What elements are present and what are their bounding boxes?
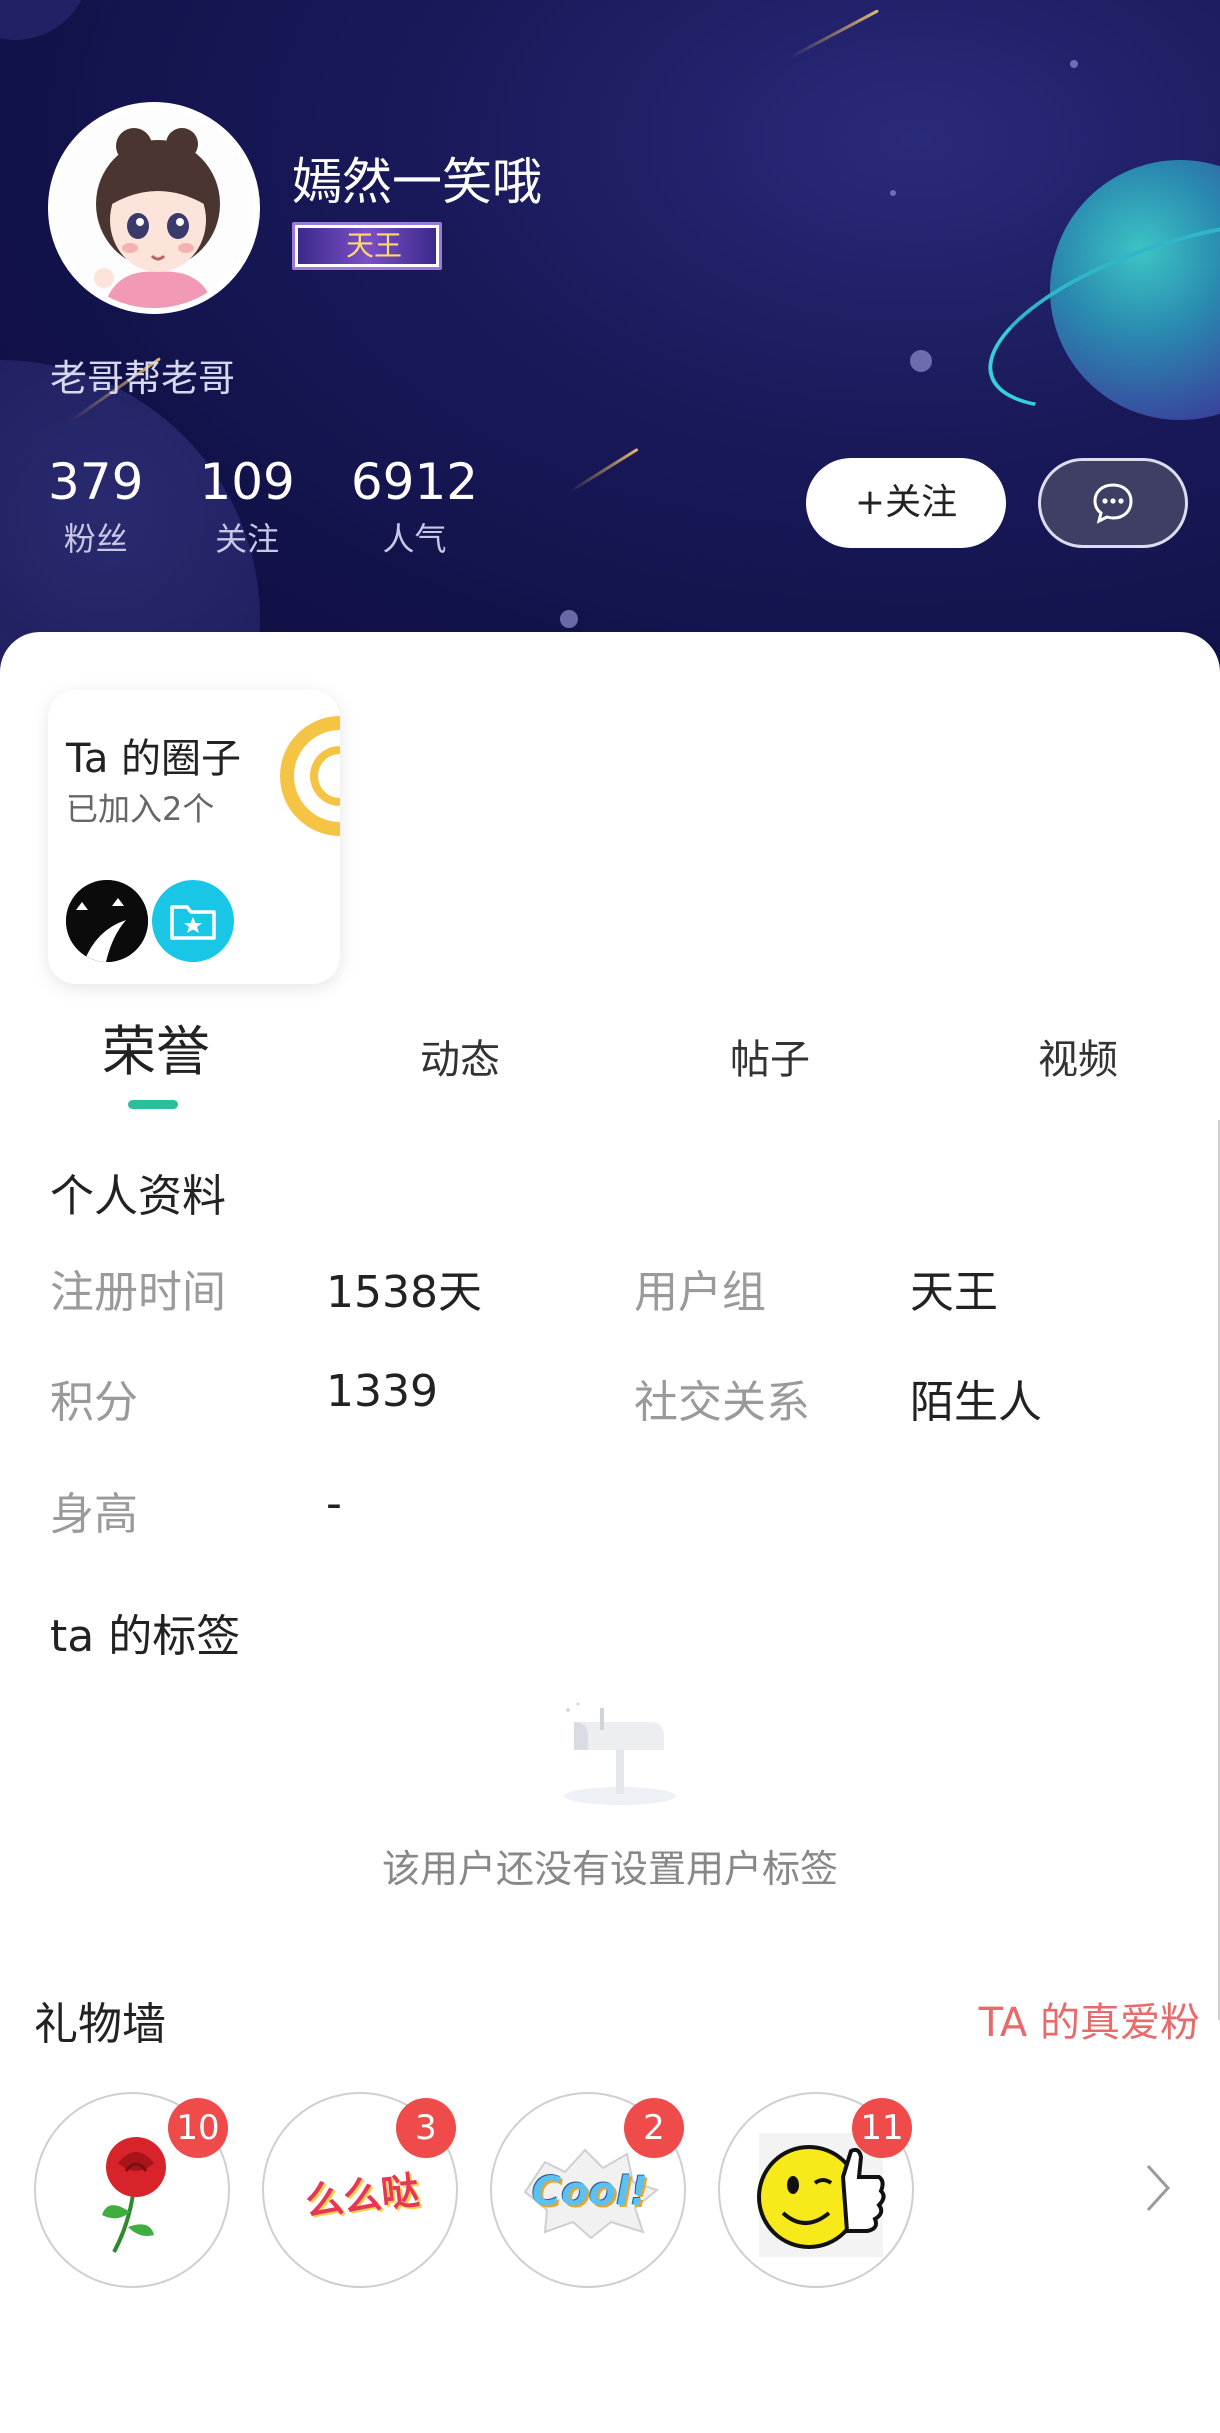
gift-item[interactable]: Cool! 2 bbox=[490, 2092, 686, 2288]
mailbox-icon bbox=[560, 1700, 680, 1810]
gift-wall-title: 礼物墙 bbox=[34, 1999, 166, 2050]
register-time-value: 1538天 bbox=[326, 1267, 482, 1318]
active-tab-indicator bbox=[128, 1100, 178, 1109]
stat-fans-count: 379 bbox=[48, 453, 144, 511]
planet-decoration bbox=[0, 0, 90, 40]
points-label: 积分 bbox=[50, 1377, 138, 1428]
circles-card-title: Ta 的圈子 bbox=[66, 736, 242, 782]
username: 嫣然一笑哦 bbox=[292, 153, 542, 211]
stat-popularity-label: 人气 bbox=[382, 520, 447, 558]
chevron-right-icon[interactable] bbox=[1140, 2160, 1176, 2220]
profile-tabs: 荣誉 动态 帖子 视频 bbox=[0, 1012, 1220, 1122]
circle-avatar[interactable] bbox=[66, 880, 148, 962]
personal-info-title: 个人资料 bbox=[50, 1171, 226, 1222]
tab-videos[interactable]: 视频 bbox=[1038, 1020, 1118, 1110]
gift-count-badge: 10 bbox=[168, 2098, 228, 2158]
tags-empty-text: 该用户还没有设置用户标签 bbox=[381, 1847, 838, 1891]
gift-item[interactable]: 10 bbox=[34, 2092, 230, 2288]
height-label: 身高 bbox=[50, 1489, 138, 1540]
star-decoration bbox=[890, 190, 896, 196]
gift-count-badge: 2 bbox=[624, 2098, 684, 2158]
circles-card[interactable]: Ta 的圈子 已加入2个 bbox=[48, 690, 340, 984]
vip-badge-label: 天王 bbox=[298, 228, 436, 264]
meteor-decoration bbox=[789, 9, 879, 59]
circle-avatar[interactable] bbox=[152, 880, 234, 962]
relation-value: 陌生人 bbox=[910, 1377, 1042, 1428]
profile-header: 嫣然一笑哦 ♛ 天王 老哥帮老哥 379 粉丝 109 关注 6912 人气 +… bbox=[0, 0, 1220, 700]
stat-popularity-count: 6912 bbox=[350, 453, 479, 511]
chat-bubble-icon bbox=[1093, 483, 1133, 524]
star-decoration bbox=[560, 610, 578, 628]
tab-honor[interactable]: 荣誉 bbox=[102, 1012, 210, 1102]
stat-fans-label: 粉丝 bbox=[63, 520, 128, 558]
user-group-value: 天王 bbox=[910, 1267, 998, 1318]
stat-following-count: 109 bbox=[199, 453, 295, 511]
gift-count-badge: 11 bbox=[852, 2098, 912, 2158]
circles-card-subtitle: 已加入2个 bbox=[66, 790, 215, 828]
follow-button[interactable]: +关注 bbox=[806, 458, 1006, 548]
stat-fans[interactable]: 379 粉丝 bbox=[48, 452, 143, 560]
gift-item[interactable]: 么么哒 3 bbox=[262, 2092, 458, 2288]
message-button[interactable] bbox=[1038, 458, 1188, 548]
meteor-decoration bbox=[569, 447, 639, 493]
register-time-label: 注册时间 bbox=[50, 1267, 226, 1318]
points-value: 1339 bbox=[326, 1366, 438, 1417]
folder-star-icon bbox=[170, 905, 216, 940]
memeda-gift-text: 么么哒 bbox=[303, 2167, 422, 2224]
tags-title: ta 的标签 bbox=[50, 1611, 241, 1662]
user-signature: 老哥帮老哥 bbox=[50, 357, 235, 400]
star-decoration bbox=[1070, 60, 1078, 68]
stat-following-label: 关注 bbox=[215, 520, 280, 558]
vip-level-badge: ♛ 天王 bbox=[292, 222, 442, 270]
stat-popularity[interactable]: 6912 人气 bbox=[351, 452, 478, 560]
profile-stats: 379 粉丝 109 关注 6912 人气 bbox=[48, 452, 478, 560]
tab-activity[interactable]: 动态 bbox=[420, 1020, 500, 1110]
gift-count-badge: 3 bbox=[396, 2098, 456, 2158]
gift-item[interactable]: 11 bbox=[718, 2092, 914, 2288]
avatar[interactable] bbox=[48, 102, 260, 314]
star-decoration bbox=[910, 350, 932, 372]
stat-following[interactable]: 109 关注 bbox=[199, 452, 294, 560]
relation-label: 社交关系 bbox=[634, 1377, 810, 1428]
cool-gift-text: Cool! bbox=[531, 2169, 649, 2215]
height-value: - bbox=[326, 1478, 342, 1529]
tab-posts[interactable]: 帖子 bbox=[730, 1020, 810, 1110]
true-love-fans-link[interactable]: TA 的真爱粉 bbox=[979, 1990, 1200, 2048]
user-group-label: 用户组 bbox=[634, 1267, 766, 1318]
